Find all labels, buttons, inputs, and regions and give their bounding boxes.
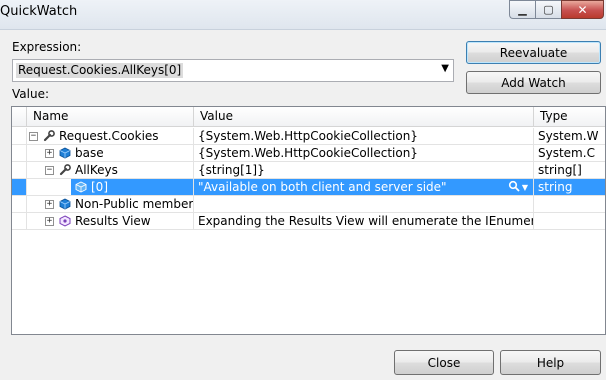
expand-icon[interactable]: + bbox=[45, 149, 54, 158]
row-name: Non-Public members bbox=[75, 197, 194, 211]
row-type: System.W bbox=[538, 129, 599, 143]
row-type: string bbox=[538, 180, 573, 194]
table-row[interactable]: + Results View Expanding the Results View … bbox=[12, 213, 605, 230]
table-row[interactable]: [0] "Available on both client and server … bbox=[12, 179, 605, 196]
type-cell[interactable]: string[] bbox=[534, 162, 605, 178]
close-icon: ✕ bbox=[577, 2, 588, 17]
quickwatch-dialog: QuickWatch ▁ ▢ ✕ Expression: Request.Coo… bbox=[0, 0, 606, 380]
name-cell[interactable]: + Results View bbox=[27, 213, 194, 229]
expand-icon[interactable]: + bbox=[45, 200, 54, 209]
element-icon bbox=[75, 181, 87, 193]
row-name: [0] bbox=[88, 179, 111, 195]
watch-grid[interactable]: Name Value Type − Request.Cookies {System.… bbox=[11, 106, 606, 335]
row-type: string[] bbox=[538, 163, 582, 177]
window-controls: ▁ ▢ ✕ bbox=[509, 0, 604, 19]
row-gutter bbox=[12, 196, 27, 212]
column-header-name[interactable]: Name bbox=[27, 107, 194, 127]
column-header-type[interactable]: Type bbox=[534, 107, 605, 127]
row-type: System.C bbox=[538, 146, 595, 160]
name-cell[interactable]: − Request.Cookies bbox=[27, 128, 194, 144]
close-window-button[interactable]: ✕ bbox=[561, 0, 604, 19]
type-cell[interactable] bbox=[534, 213, 605, 229]
name-cell[interactable]: [0] bbox=[27, 179, 194, 195]
add-watch-button[interactable]: Add Watch bbox=[466, 71, 601, 94]
wrench-icon bbox=[43, 130, 55, 142]
collapse-icon[interactable]: − bbox=[29, 132, 38, 141]
type-cell[interactable]: string bbox=[534, 179, 605, 195]
row-gutter bbox=[12, 145, 27, 161]
expression-input[interactable]: Request.Cookies.AllKeys[0] bbox=[16, 63, 184, 78]
row-value: {System.Web.HttpCookieCollection} bbox=[198, 129, 418, 143]
collapse-icon[interactable]: − bbox=[45, 166, 54, 175]
name-cell[interactable]: + base bbox=[27, 145, 194, 161]
value-label: Value: bbox=[12, 87, 49, 101]
wrench-icon bbox=[59, 164, 71, 176]
magnifier-icon[interactable] bbox=[508, 180, 520, 195]
minimize-icon: ▁ bbox=[518, 3, 527, 16]
visualizer-tools[interactable]: ▼ bbox=[508, 180, 528, 195]
row-value: {System.Web.HttpCookieCollection} bbox=[198, 146, 418, 160]
reevaluate-button[interactable]: Reevaluate bbox=[466, 41, 601, 64]
row-gutter bbox=[12, 179, 27, 195]
class-field-icon bbox=[59, 147, 71, 159]
results-view-icon bbox=[59, 215, 71, 227]
close-button[interactable]: Close bbox=[394, 350, 494, 375]
row-name: AllKeys bbox=[75, 163, 118, 177]
expression-label: Expression: bbox=[12, 40, 82, 54]
row-gutter bbox=[12, 128, 27, 144]
chevron-down-icon[interactable]: ▼ bbox=[522, 180, 528, 195]
table-row[interactable]: − AllKeys {string[1]} string[] bbox=[12, 162, 605, 179]
maximize-icon: ▢ bbox=[543, 3, 554, 16]
type-cell[interactable]: System.W bbox=[534, 128, 605, 144]
table-row[interactable]: − Request.Cookies {System.Web.HttpCookieCo… bbox=[12, 128, 605, 145]
table-row[interactable]: + base {System.Web.HttpCookieCollection} Sy… bbox=[12, 145, 605, 162]
name-cell[interactable]: − AllKeys bbox=[27, 162, 194, 178]
chevron-down-icon[interactable]: ▼ bbox=[441, 63, 449, 74]
folder-icon bbox=[59, 198, 71, 210]
row-name: Request.Cookies bbox=[59, 129, 159, 143]
row-value: "Available on both client and server sid… bbox=[198, 180, 447, 194]
help-button[interactable]: Help bbox=[500, 350, 601, 375]
row-gutter bbox=[12, 213, 27, 229]
column-header-value[interactable]: Value bbox=[194, 107, 534, 127]
type-cell[interactable] bbox=[534, 196, 605, 212]
row-name: Results View bbox=[75, 214, 151, 228]
row-gutter bbox=[12, 162, 27, 178]
value-cell[interactable]: {System.Web.HttpCookieCollection} bbox=[194, 145, 534, 161]
table-row[interactable]: + Non-Public members bbox=[12, 196, 605, 213]
type-cell[interactable]: System.C bbox=[534, 145, 605, 161]
value-cell[interactable]: "Available on both client and server sid… bbox=[194, 179, 534, 195]
row-value: {string[1]} bbox=[198, 163, 265, 177]
title-bar[interactable]: QuickWatch ▁ ▢ ✕ bbox=[0, 0, 606, 30]
window-title: QuickWatch bbox=[0, 4, 78, 19]
grid-header: Name Value Type bbox=[12, 107, 605, 127]
value-cell[interactable]: Expanding the Results View will enumerat… bbox=[194, 213, 534, 229]
value-cell[interactable]: {System.Web.HttpCookieCollection} bbox=[194, 128, 534, 144]
value-cell[interactable]: {string[1]} bbox=[194, 162, 534, 178]
value-cell[interactable] bbox=[194, 196, 534, 212]
row-value: Expanding the Results View will enumerat… bbox=[198, 214, 534, 228]
header-spacer bbox=[12, 107, 27, 127]
expression-combobox[interactable]: Request.Cookies.AllKeys[0] ▼ bbox=[12, 59, 454, 82]
expand-icon[interactable]: + bbox=[45, 217, 54, 226]
row-name: base bbox=[75, 146, 104, 160]
name-cell[interactable]: + Non-Public members bbox=[27, 196, 194, 212]
minimize-button[interactable]: ▁ bbox=[509, 0, 535, 19]
maximize-button[interactable]: ▢ bbox=[535, 0, 561, 19]
